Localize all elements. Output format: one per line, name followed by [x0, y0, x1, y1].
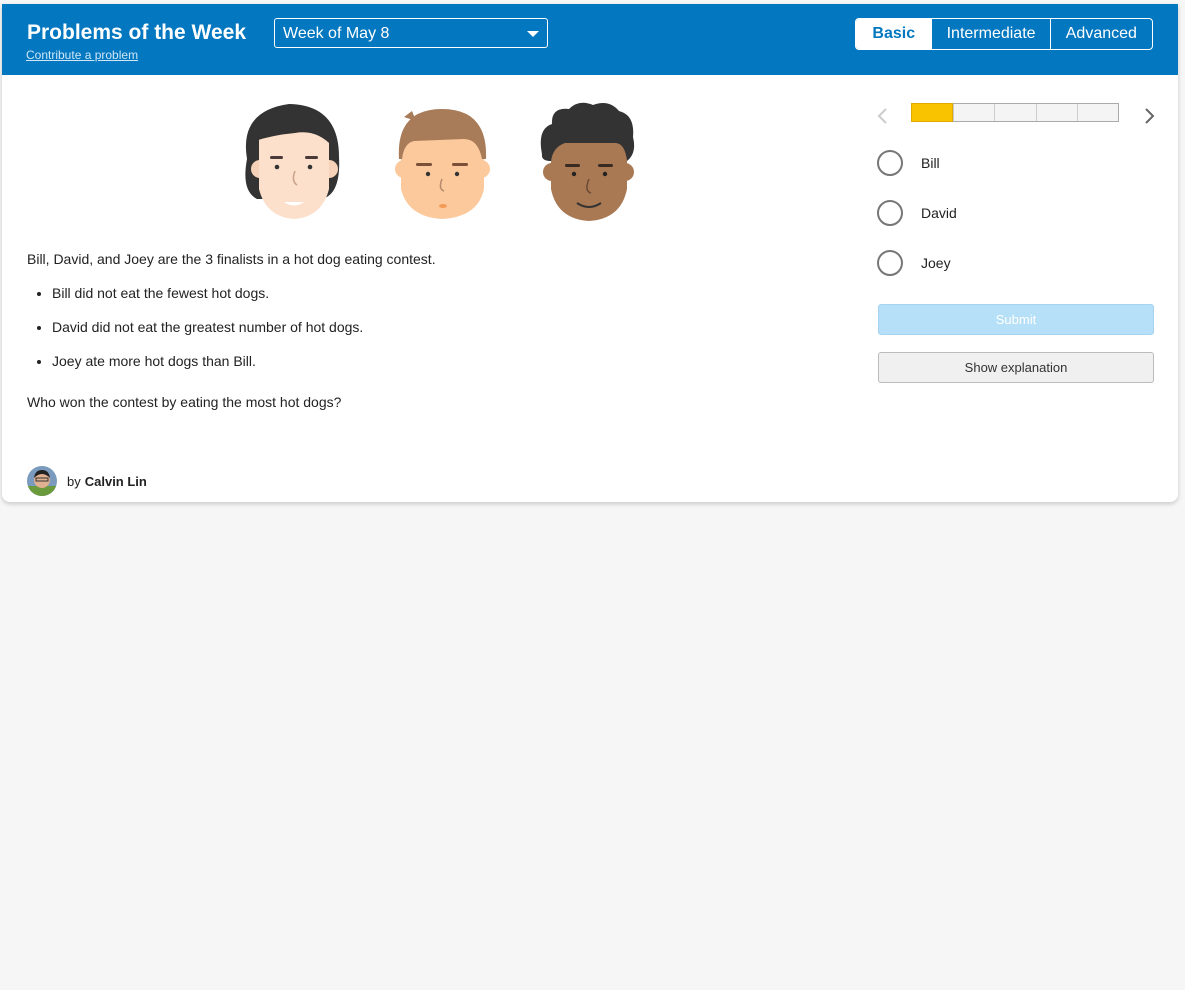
radio-button[interactable] — [877, 200, 903, 226]
option-label: David — [921, 205, 957, 221]
problem-question: Who won the contest by eating the most h… — [27, 394, 342, 410]
chevron-left-icon[interactable] — [875, 106, 891, 126]
tab-intermediate[interactable]: Intermediate — [931, 19, 1049, 49]
david-face-icon — [395, 109, 490, 219]
level-tabs: Basic Intermediate Advanced — [855, 18, 1153, 50]
author-name[interactable]: Calvin Lin — [85, 474, 147, 489]
clue-item: David did not eat the greatest number of… — [52, 319, 847, 335]
contribute-link[interactable]: Contribute a problem — [26, 48, 138, 62]
progress-segment — [953, 104, 994, 121]
joey-face-icon — [540, 102, 635, 221]
author-prefix: by — [67, 473, 81, 489]
progress-segment — [1035, 104, 1077, 121]
bill-face-icon — [245, 104, 340, 219]
header-bar: Problems of the Week Contribute a proble… — [2, 4, 1178, 75]
option-david[interactable]: David — [877, 199, 957, 227]
progress-segment-current — [911, 103, 954, 122]
tab-basic[interactable]: Basic — [856, 19, 932, 49]
faces-illustration — [237, 99, 637, 224]
page-title: Problems of the Week — [27, 21, 247, 44]
avatar[interactable] — [27, 466, 57, 496]
show-explanation-button[interactable]: Show explanation — [878, 352, 1154, 383]
problem-statement: Bill, David, and Joey are the 3 finalist… — [27, 251, 847, 410]
chevron-right-icon[interactable] — [1141, 106, 1157, 126]
week-select-value: Week of May 8 — [283, 25, 390, 42]
author-credit: by Calvin Lin — [27, 466, 147, 496]
chevron-down-icon — [527, 31, 539, 37]
clue-list: Bill did not eat the fewest hot dogs. Da… — [27, 285, 847, 369]
clue-item: Joey ate more hot dogs than Bill. — [52, 353, 847, 369]
radio-button[interactable] — [877, 250, 903, 276]
problem-intro: Bill, David, and Joey are the 3 finalist… — [27, 251, 436, 267]
clue-item: Bill did not eat the fewest hot dogs. — [52, 285, 847, 301]
problem-progress-bar — [911, 103, 1119, 122]
option-label: Joey — [921, 255, 951, 271]
progress-segment — [1076, 104, 1118, 121]
tab-advanced[interactable]: Advanced — [1049, 19, 1152, 49]
option-bill[interactable]: Bill — [877, 149, 940, 177]
option-joey[interactable]: Joey — [877, 249, 951, 277]
radio-button[interactable] — [877, 150, 903, 176]
progress-segment — [994, 104, 1035, 121]
option-label: Bill — [921, 155, 940, 171]
problem-card: Problems of the Week Contribute a proble… — [2, 4, 1178, 502]
week-select[interactable]: Week of May 8 — [274, 18, 548, 48]
submit-button[interactable]: Submit — [878, 304, 1154, 335]
